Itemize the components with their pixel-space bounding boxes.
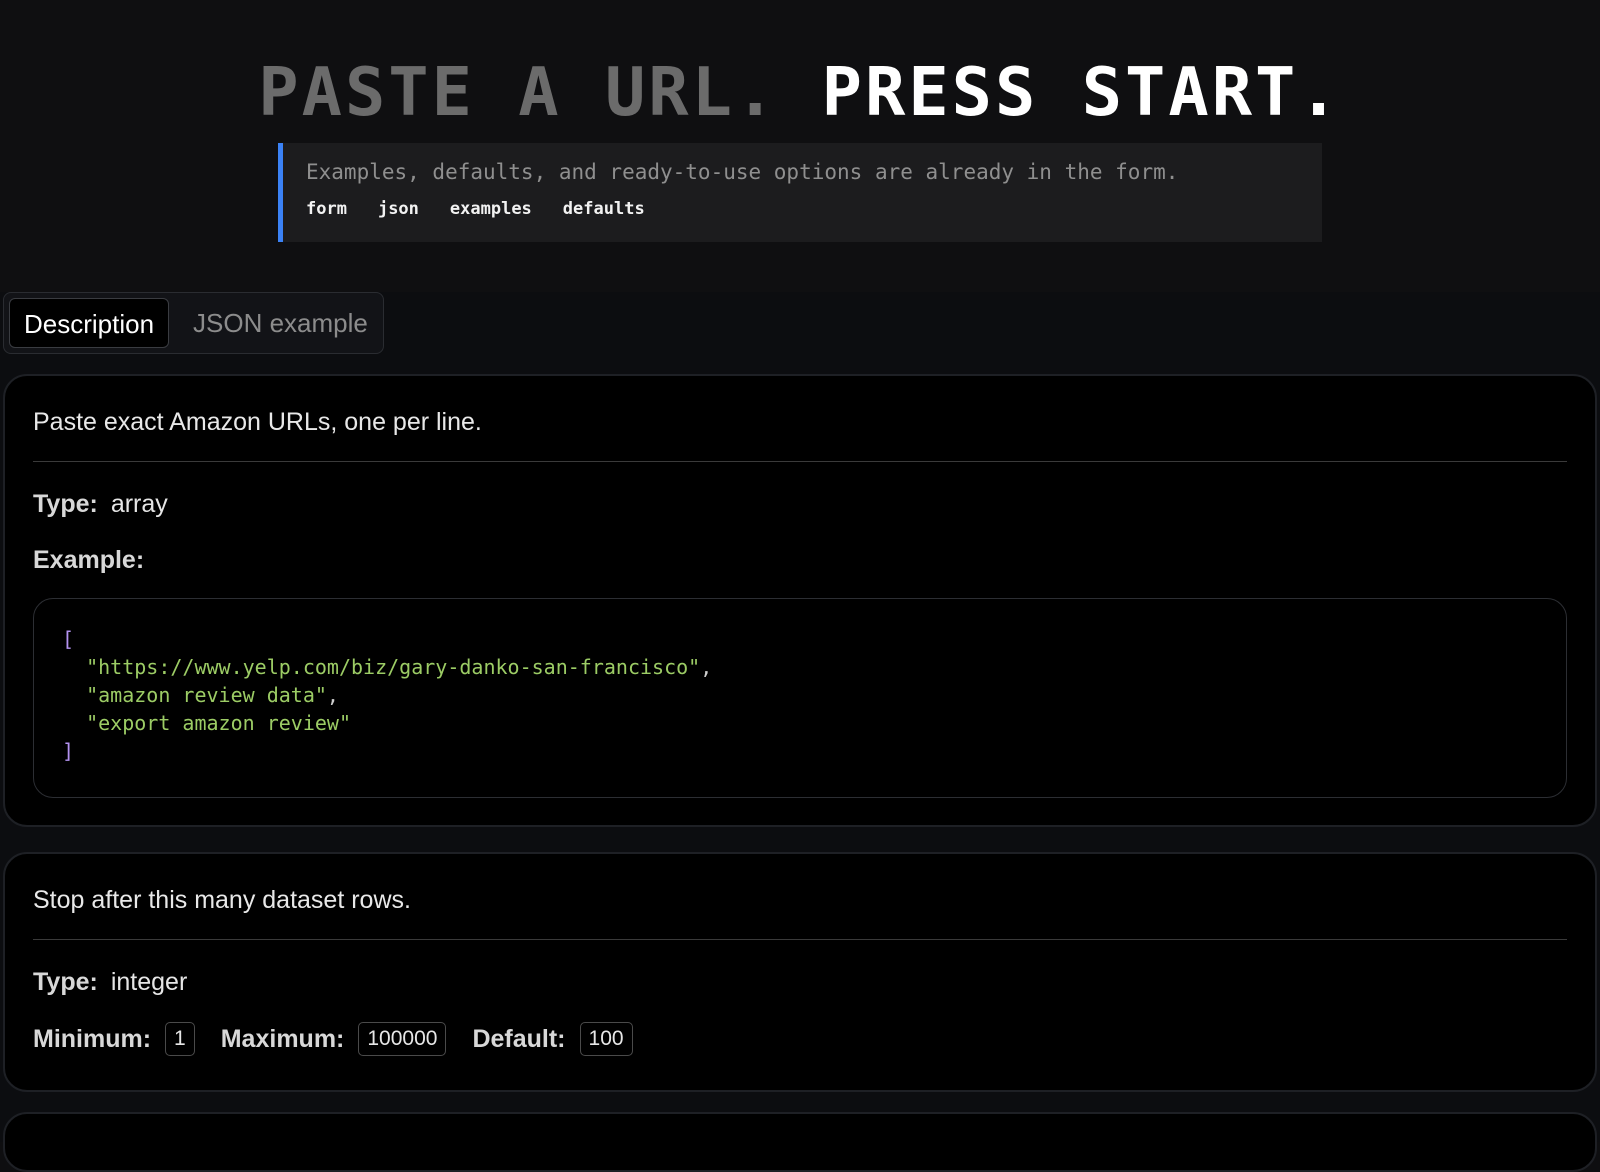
type-row: Type: integer [33,968,187,997]
chip-list: form json examples defaults [306,199,1322,219]
hero-section: PASTE A URL. PRESS START. Examples, defa… [0,0,1600,292]
field-card-max-items: Stop after this many dataset rows. Type:… [3,852,1597,1092]
chip-form[interactable]: form [306,199,347,219]
type-value: integer [110,968,188,996]
type-row: Type: array [33,490,168,519]
tab-description[interactable]: Description [9,298,170,348]
headline-bright: PRESS START. [821,53,1342,131]
code-close-bracket: ] [62,739,75,763]
tab-bar: Description JSON example [3,292,384,354]
chip-json[interactable]: json [378,199,419,219]
type-label: Type: [33,490,98,518]
callout-text: Examples, defaults, and ready-to-use opt… [306,160,1179,184]
example-code-block: [ "https://www.yelp.com/biz/gary-danko-s… [33,598,1567,798]
page-headline: PASTE A URL. PRESS START. [0,52,1600,132]
minimum-value: 1 [165,1022,195,1056]
field-card-urls: Paste exact Amazon URLs, one per line. T… [3,374,1597,827]
code-string: "https://www.yelp.com/biz/gary-danko-san… [86,655,701,679]
chip-examples[interactable]: examples [450,199,532,219]
maximum-value: 100000 [358,1022,447,1056]
divider [33,461,1567,462]
example-label: Example: [33,546,145,574]
divider [33,939,1567,940]
maximum-label: Maximum: [220,1024,345,1053]
field-description: Paste exact Amazon URLs, one per line. [33,408,482,436]
code-string: "amazon review data" [86,683,327,707]
callout-box: Examples, defaults, and ready-to-use opt… [278,143,1322,242]
constraints-row: Minimum: 1 Maximum: 100000 Default: 100 [33,1022,659,1056]
code-string: "export amazon review" [86,711,351,735]
input-schema-section: Description JSON example Paste exact Ama… [0,292,1600,1172]
chip-defaults[interactable]: defaults [563,199,645,219]
code-open-bracket: [ [62,627,75,651]
default-value: 100 [579,1022,633,1056]
default-label: Default: [472,1024,566,1053]
type-value: array [110,490,168,518]
field-description: Stop after this many dataset rows. [33,886,411,914]
headline-dim: PASTE A URL. [258,53,779,131]
field-card-next [3,1112,1597,1172]
example-row: Example: [33,546,144,575]
tab-json-example[interactable]: JSON example [179,298,382,348]
type-label: Type: [33,968,98,996]
minimum-label: Minimum: [33,1024,152,1053]
